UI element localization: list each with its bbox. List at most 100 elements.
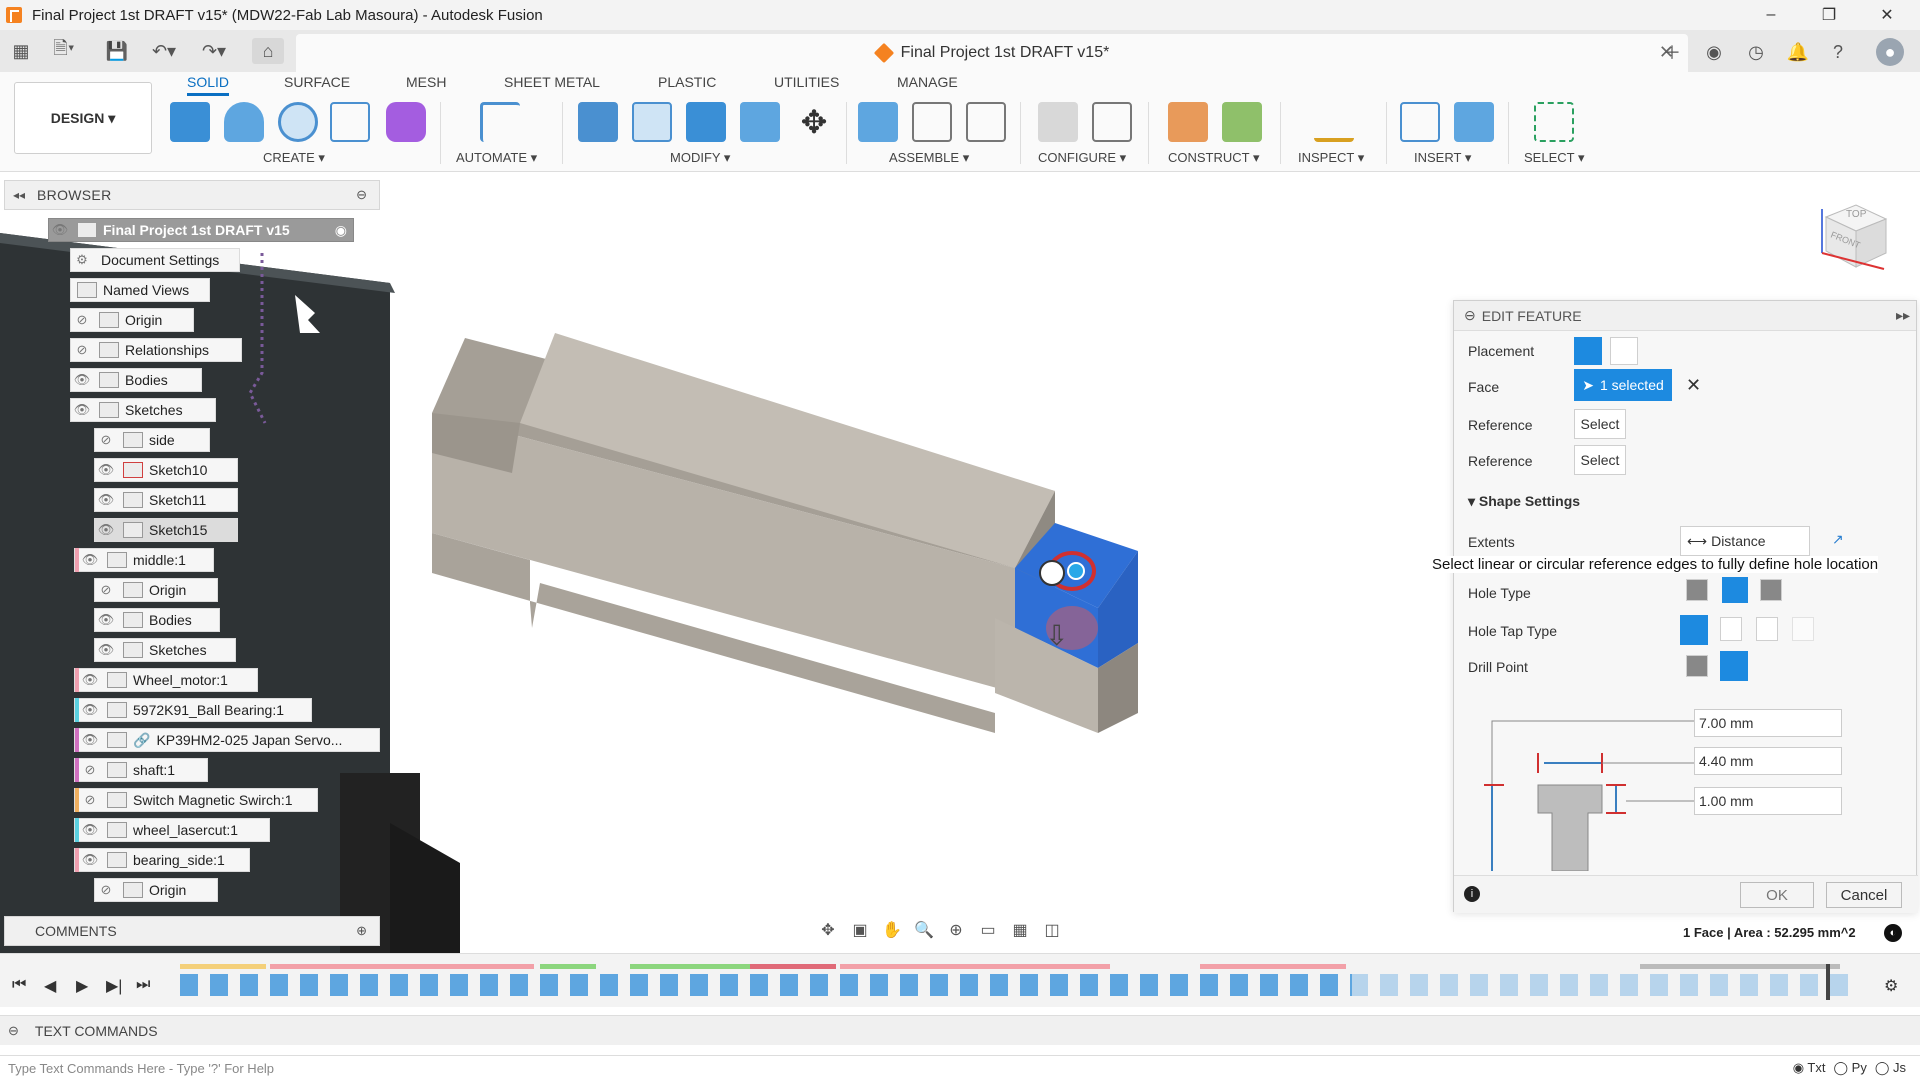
clearance-tap-icon[interactable] bbox=[1720, 617, 1742, 641]
panel-collapse-icon[interactable]: ⊖ bbox=[1464, 307, 1476, 324]
flip-direction-icon[interactable]: ↗ bbox=[1832, 531, 1844, 548]
table-icon[interactable] bbox=[1092, 102, 1132, 142]
user-avatar[interactable]: ● bbox=[1876, 38, 1904, 66]
create-menu[interactable]: CREATE ▾ bbox=[263, 150, 325, 166]
visibility-eye-icon[interactable]: 👁 bbox=[71, 399, 93, 421]
tree-item-origin[interactable]: ⊘ Origin bbox=[70, 308, 194, 332]
tab-surface[interactable]: SURFACE bbox=[284, 74, 350, 96]
tree-item-japan-servo[interactable]: 👁 🔗 KP39HM2-025 Japan Servo... bbox=[74, 728, 380, 752]
counterbore-depth-input[interactable]: 7.00 mm bbox=[1694, 709, 1842, 737]
text-commands-toggle-icon[interactable]: ⊖ bbox=[8, 1023, 19, 1039]
configure-menu[interactable]: CONFIGURE ▾ bbox=[1038, 150, 1126, 166]
tree-item-document-settings[interactable]: ⚙ Document Settings bbox=[70, 248, 240, 272]
tree-item-middle[interactable]: 👁 middle:1 bbox=[74, 548, 214, 572]
face-selection-button[interactable]: ➤ 1 selected bbox=[1574, 369, 1672, 401]
tree-item-wheel-lasercut[interactable]: 👁 wheel_lasercut:1 bbox=[74, 818, 270, 842]
timeline-first-icon[interactable]: ⏮ bbox=[12, 976, 26, 994]
selection-filter-icon[interactable]: ◐ bbox=[1884, 924, 1902, 942]
counterbore-diameter-input[interactable]: 4.40 mm bbox=[1694, 747, 1842, 775]
job-status-icon[interactable]: ◷ bbox=[1742, 38, 1770, 66]
viewports-icon[interactable]: ◫ bbox=[1039, 919, 1065, 941]
save-icon[interactable]: 💾 bbox=[104, 38, 130, 64]
hidden-eye-icon[interactable]: ⊘ bbox=[95, 879, 117, 901]
tab-mesh[interactable]: MESH bbox=[406, 74, 446, 96]
insert-image-icon[interactable] bbox=[1454, 102, 1494, 142]
extensions-icon[interactable]: ◉ bbox=[1700, 38, 1728, 66]
simple-tap-icon[interactable] bbox=[1680, 615, 1708, 645]
timeline-last-icon[interactable]: ⏭ bbox=[136, 976, 150, 994]
taper-tapped-icon[interactable] bbox=[1792, 617, 1814, 641]
move-icon[interactable]: ✥ bbox=[794, 102, 834, 142]
new-component-icon[interactable] bbox=[170, 102, 210, 142]
document-tab[interactable]: Final Project 1st DRAFT v15* ✕ bbox=[296, 34, 1688, 72]
home-icon[interactable]: ⌂ bbox=[252, 38, 284, 64]
timeline-prev-icon[interactable]: ◀ bbox=[44, 976, 56, 996]
visibility-eye-icon[interactable]: 👁 bbox=[95, 609, 117, 631]
tree-item-ball-bearing[interactable]: 👁 5972K91_Ball Bearing:1 bbox=[74, 698, 312, 722]
viewcube-top-label[interactable]: TOP bbox=[1846, 209, 1866, 220]
form-icon[interactable] bbox=[386, 102, 426, 142]
redo-icon[interactable]: ↷▾ bbox=[194, 38, 234, 64]
edit-feature-header[interactable]: ⊖ EDIT FEATURE ▸▸ bbox=[1454, 301, 1916, 331]
tab-sheet-metal[interactable]: SHEET METAL bbox=[504, 74, 600, 96]
view-cube[interactable]: TOP FRONT bbox=[1814, 197, 1894, 277]
collapse-browser-icon[interactable]: ◂◂ bbox=[13, 188, 25, 202]
maximize-button[interactable]: ❐ bbox=[1800, 0, 1858, 30]
mode-txt-radio[interactable]: ◉ Txt bbox=[1793, 1060, 1826, 1076]
tree-item-relationships[interactable]: ⊘ Relationships bbox=[70, 338, 242, 362]
timeline-marker[interactable] bbox=[1826, 964, 1830, 1000]
revolve-icon[interactable] bbox=[278, 102, 318, 142]
select-menu[interactable]: SELECT ▾ bbox=[1524, 150, 1584, 166]
configure-icon[interactable] bbox=[1038, 102, 1078, 142]
minimize-button[interactable]: – bbox=[1742, 0, 1800, 30]
activate-radio-icon[interactable]: ◉ bbox=[335, 222, 347, 239]
hidden-eye-icon[interactable]: ⊘ bbox=[71, 309, 93, 331]
axis-icon[interactable] bbox=[1222, 102, 1262, 142]
notifications-icon[interactable]: 🔔 bbox=[1784, 38, 1812, 66]
construct-menu[interactable]: CONSTRUCT ▾ bbox=[1168, 150, 1260, 166]
tree-item-bodies[interactable]: 👁 Bodies bbox=[70, 368, 202, 392]
counterbore-hole-icon[interactable] bbox=[1722, 577, 1748, 603]
tree-item-sketch15[interactable]: 👁 Sketch15 bbox=[94, 518, 238, 542]
timeline-next-icon[interactable]: ▶| bbox=[106, 976, 122, 996]
shape-settings-header[interactable]: ▾ Shape Settings bbox=[1468, 493, 1580, 510]
tree-item-sketches[interactable]: 👁 Sketches bbox=[70, 398, 216, 422]
browser-header[interactable]: ◂◂ BROWSER ⊖ bbox=[4, 180, 380, 210]
hidden-eye-icon[interactable]: ⊘ bbox=[71, 339, 93, 361]
info-icon[interactable]: i bbox=[1464, 886, 1480, 902]
hidden-eye-icon[interactable]: ⊘ bbox=[79, 759, 101, 781]
reference-select-button-1[interactable]: Select bbox=[1574, 409, 1626, 439]
grid-settings-icon[interactable]: ▦ bbox=[1007, 919, 1033, 941]
zoom-icon[interactable]: 🔍 bbox=[911, 919, 937, 941]
tab-utilities[interactable]: UTILITIES bbox=[774, 74, 839, 96]
counterbore-offset-input[interactable]: 1.00 mm bbox=[1694, 787, 1842, 815]
assemble-menu[interactable]: ASSEMBLE ▾ bbox=[889, 150, 969, 166]
measure-icon[interactable] bbox=[1314, 102, 1354, 142]
tree-item-wheel-motor[interactable]: 👁 Wheel_motor:1 bbox=[74, 668, 258, 692]
automate-icon[interactable] bbox=[480, 102, 520, 142]
tree-item-bearing-origin[interactable]: ⊘ Origin bbox=[94, 878, 218, 902]
orbit-icon[interactable]: ✥ bbox=[815, 919, 841, 941]
comments-panel[interactable]: COMMENTS ⊕ bbox=[4, 916, 380, 946]
fillet-icon[interactable] bbox=[632, 102, 672, 142]
select-box-icon[interactable] bbox=[1534, 102, 1574, 142]
clear-selection-icon[interactable]: ✕ bbox=[1686, 375, 1701, 396]
visibility-eye-icon[interactable]: 👁 bbox=[79, 549, 101, 571]
countersink-hole-icon[interactable] bbox=[1760, 579, 1782, 601]
visibility-eye-icon[interactable]: 👁 bbox=[79, 819, 101, 841]
insert-derive-icon[interactable] bbox=[1400, 102, 1440, 142]
angle-drill-point-icon[interactable] bbox=[1720, 651, 1748, 681]
timeline-play-icon[interactable]: ▶ bbox=[76, 976, 88, 996]
tree-item-sketch10[interactable]: 👁 Sketch10 bbox=[94, 458, 238, 482]
extrude-icon[interactable] bbox=[224, 102, 264, 142]
file-menu-icon[interactable]: 🗎▾ bbox=[46, 38, 82, 64]
visibility-eye-icon[interactable]: 👁 bbox=[95, 489, 117, 511]
browser-root-row[interactable]: 👁 Final Project 1st DRAFT v15 ◉ bbox=[48, 218, 354, 242]
press-pull-icon[interactable] bbox=[578, 102, 618, 142]
ok-button[interactable]: OK bbox=[1740, 882, 1814, 908]
tapped-icon[interactable] bbox=[1756, 617, 1778, 641]
as-built-joint-icon[interactable] bbox=[966, 102, 1006, 142]
visibility-eye-icon[interactable]: 👁 bbox=[79, 669, 101, 691]
joint-icon[interactable] bbox=[912, 102, 952, 142]
visibility-eye-icon[interactable]: 👁 bbox=[79, 699, 101, 721]
